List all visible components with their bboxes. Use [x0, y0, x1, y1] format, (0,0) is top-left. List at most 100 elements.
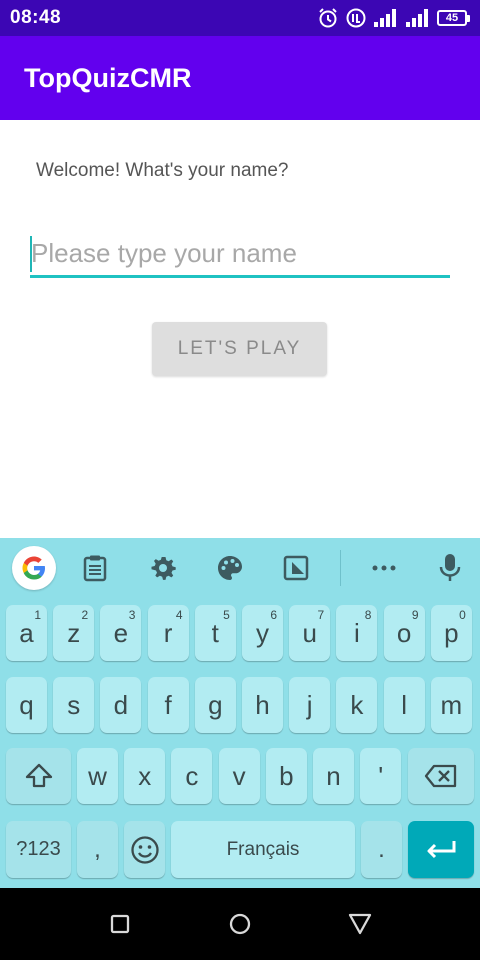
symbols-key[interactable]: ?123 [6, 821, 71, 878]
key-e[interactable]: e3 [100, 605, 142, 661]
alarm-icon [317, 7, 339, 29]
key-label: p [444, 617, 459, 648]
period-key[interactable]: . [361, 821, 402, 878]
key-u[interactable]: u7 [289, 605, 331, 661]
key-label: h [255, 689, 270, 720]
name-input[interactable] [30, 230, 450, 276]
key-label: l [401, 689, 407, 720]
data-saver-icon [345, 7, 367, 29]
key-k[interactable]: k [336, 677, 378, 733]
key-label: m [440, 689, 463, 720]
key-label: i [354, 617, 360, 648]
key-label: u [302, 617, 317, 648]
key-v[interactable]: v [218, 748, 260, 804]
key-hint: 6 [270, 608, 277, 622]
key-hint: 3 [128, 608, 136, 622]
status-icons: 45 [317, 7, 470, 29]
key-t[interactable]: t5 [194, 605, 236, 661]
key-p[interactable]: p0 [430, 605, 472, 661]
key-label: r [163, 617, 173, 648]
battery-icon: 45 [437, 10, 470, 26]
one-handed-icon[interactable] [274, 548, 318, 588]
enter-icon [427, 840, 456, 858]
microphone-icon[interactable] [428, 548, 472, 588]
key-hint: 5 [223, 608, 230, 622]
key-apostrophe[interactable]: ' [360, 748, 402, 804]
key-b[interactable]: b [265, 748, 307, 804]
key-label: c [185, 760, 199, 791]
key-h[interactable]: h [242, 677, 283, 733]
key-label: x [138, 760, 152, 791]
key-label: e [113, 617, 129, 648]
key-label: k [350, 689, 364, 720]
key-label: g [208, 689, 223, 720]
key-hint: 0 [459, 608, 466, 622]
google-icon[interactable] [12, 546, 56, 590]
app-bar: TopQuizCMR [0, 36, 480, 120]
key-hint: 1 [34, 608, 41, 622]
key-label: y [256, 617, 269, 648]
text-cursor [30, 236, 32, 272]
backspace-key[interactable] [408, 748, 474, 804]
key-label: w [88, 760, 107, 791]
key-hint: 8 [364, 608, 372, 622]
signal-1-icon [373, 8, 399, 28]
home-icon[interactable] [224, 908, 256, 940]
signal-2-icon [405, 8, 431, 28]
key-y[interactable]: y6 [242, 605, 283, 661]
key-j[interactable]: j [289, 677, 331, 733]
key-label: f [164, 689, 172, 720]
shift-key[interactable] [6, 748, 71, 804]
key-z[interactable]: z2 [53, 605, 95, 661]
key-a[interactable]: a1 [6, 605, 47, 661]
key-m[interactable]: m [430, 677, 472, 733]
app-title: TopQuizCMR [24, 62, 192, 93]
key-c[interactable]: c [171, 748, 213, 804]
play-button[interactable]: LET'S PLAY [152, 322, 327, 376]
key-f[interactable]: f [147, 677, 189, 733]
key-label: z [67, 617, 81, 648]
comma-key[interactable]: , [77, 821, 118, 878]
key-hint: 9 [411, 608, 419, 622]
key-label: ' [378, 760, 384, 791]
key-q[interactable]: q [6, 677, 47, 733]
key-hint: 4 [175, 608, 183, 622]
key-o[interactable]: o9 [383, 605, 425, 661]
key-i[interactable]: i8 [336, 605, 378, 661]
key-label: j [306, 689, 313, 720]
key-r[interactable]: r4 [147, 605, 189, 661]
navigation-bar [0, 888, 480, 960]
emoji-key[interactable] [124, 821, 165, 878]
key-x[interactable]: x [124, 748, 166, 804]
settings-icon[interactable] [141, 548, 185, 588]
key-label: v [232, 760, 246, 791]
name-field[interactable] [30, 230, 450, 278]
key-s[interactable]: s [53, 677, 95, 733]
key-label: d [113, 689, 129, 720]
enter-key[interactable] [408, 821, 474, 878]
keyboard-toolbar [0, 538, 480, 598]
emoji-icon [130, 835, 159, 864]
key-label: t [211, 617, 219, 648]
status-time: 08:48 [10, 7, 62, 28]
status-bar: 08:48 45 [0, 0, 480, 36]
key-hint: 2 [81, 608, 89, 622]
key-d[interactable]: d [100, 677, 142, 733]
key-label: s [67, 689, 81, 720]
space-key[interactable]: Français [171, 821, 355, 878]
clipboard-icon[interactable] [73, 548, 117, 588]
keyboard: a1z2e3r4t5y6u7i8o9p0 qsdfghjklm w x c v b n ' … [0, 538, 480, 888]
welcome-text: Welcome! What's your name? [36, 160, 289, 181]
input-underline [30, 275, 450, 278]
more-icon[interactable] [362, 548, 406, 588]
key-l[interactable]: l [383, 677, 425, 733]
key-g[interactable]: g [194, 677, 236, 733]
key-label: n [326, 760, 341, 791]
recents-icon[interactable] [104, 908, 136, 940]
back-icon[interactable] [344, 908, 376, 940]
key-label: b [279, 760, 294, 791]
key-w[interactable]: w [77, 748, 118, 804]
key-label: q [19, 689, 34, 720]
key-n[interactable]: n [313, 748, 354, 804]
palette-icon[interactable] [208, 548, 252, 588]
